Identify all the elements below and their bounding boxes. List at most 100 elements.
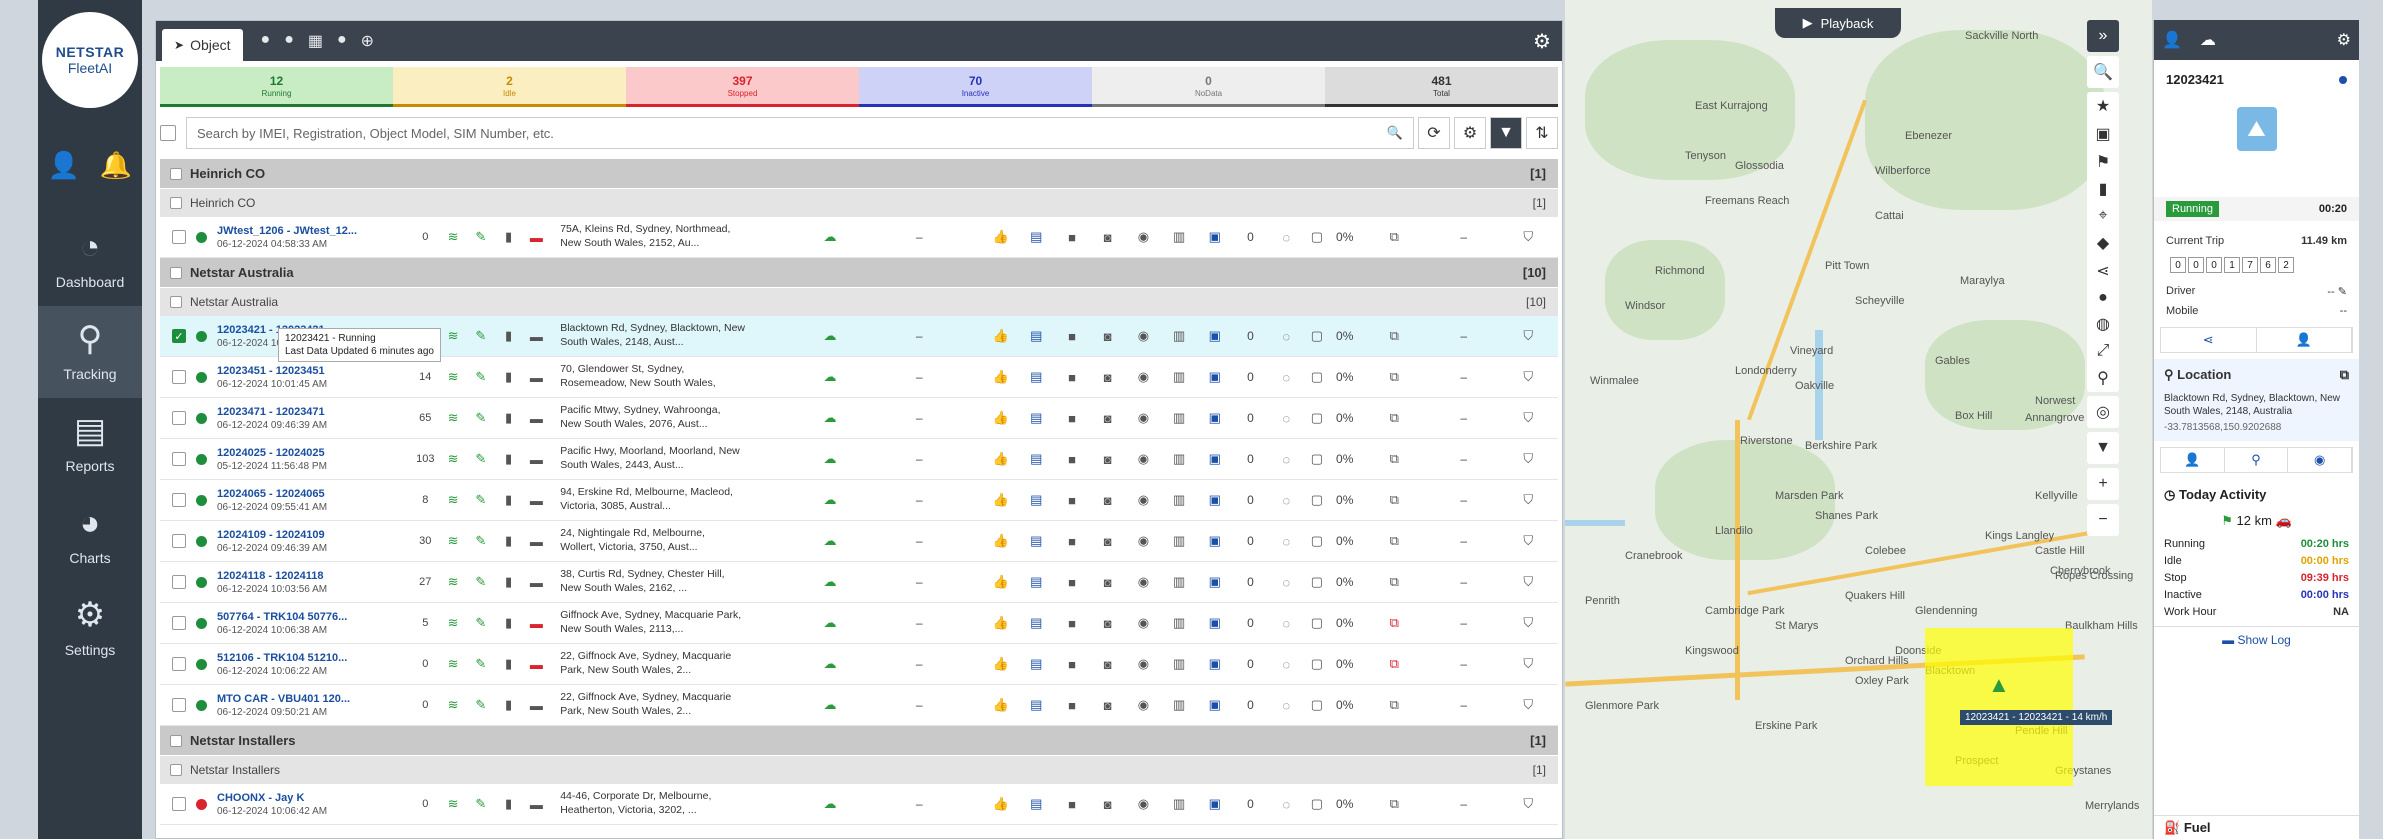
edit-driver-icon[interactable]: ✎ [2338, 286, 2347, 298]
search-icon[interactable]: 🔍 [1387, 125, 1403, 141]
video-icon[interactable]: ■ [1054, 370, 1090, 385]
share-icon[interactable]: ⋖ [2096, 261, 2109, 281]
thumbs-up-icon[interactable]: 👍 [983, 796, 1019, 812]
collapse-panel-icon[interactable]: » [2087, 20, 2119, 52]
video-icon[interactable]: ■ [1054, 493, 1090, 508]
vehicle-id[interactable]: 12023471 - 12023471 [217, 406, 411, 418]
thumbs-up-icon[interactable]: 👍 [983, 369, 1019, 385]
person-icon[interactable]: ● [261, 31, 271, 51]
table-row[interactable]: 12024109 - 12024109 06-12-2024 09:46:39 A… [160, 521, 1558, 562]
sensor-icon[interactable]: ◉ [1126, 492, 1162, 508]
row-checkbox[interactable] [172, 230, 186, 244]
vehicle-id[interactable]: 12024109 - 12024109 [217, 529, 411, 541]
fuel-section[interactable]: ⛽ Fuel [2154, 815, 2359, 839]
subgroup-checkbox[interactable] [170, 764, 182, 776]
basket-icon[interactable]: ⛉ [1498, 492, 1558, 508]
north-icon[interactable]: ▼ [2087, 432, 2119, 464]
vehicle-cell[interactable]: 12024065 - 12024065 06-12-2024 09:55:41 A… [217, 488, 411, 513]
fuel-gauge-icon[interactable]: ▤ [1018, 451, 1054, 467]
row-checkbox[interactable] [172, 493, 186, 507]
row-checkbox[interactable] [172, 657, 186, 671]
sensor-icon[interactable]: ◉ [1126, 697, 1162, 713]
tab-object[interactable]: ➤ Object [162, 29, 243, 61]
vehicle-cell[interactable]: 12024025 - 12024025 05-12-2024 11:56:48 P… [217, 447, 411, 472]
thumbs-up-icon[interactable]: 👍 [983, 656, 1019, 672]
vehicle-tab-icon[interactable]: 👤 [2162, 30, 2182, 50]
sensor-icon[interactable]: ◉ [1126, 328, 1162, 344]
subgroup-header[interactable]: Netstar Installers [1] [160, 755, 1558, 784]
table-row[interactable]: 12023471 - 12023471 06-12-2024 09:46:39 A… [160, 398, 1558, 439]
select-all-checkbox[interactable] [160, 125, 176, 141]
row-checkbox[interactable] [172, 534, 186, 548]
basket-icon[interactable]: ⛉ [1498, 369, 1558, 385]
vehicle-cell[interactable]: 12023451 - 12023451 06-12-2024 10:01:45 A… [217, 365, 411, 390]
report-icon[interactable]: ▣ [1197, 656, 1233, 672]
chart-icon[interactable]: ▥ [1161, 574, 1197, 590]
panel-settings-icon[interactable]: ⚙ [1528, 27, 1556, 55]
report-icon[interactable]: ▣ [1197, 533, 1233, 549]
thumbs-up-icon[interactable]: 👍 [983, 229, 1019, 245]
video-icon[interactable]: ■ [1054, 797, 1090, 812]
chart-icon[interactable]: ▥ [1161, 369, 1197, 385]
thumbs-up-icon[interactable]: 👍 [983, 410, 1019, 426]
tag-icon[interactable]: ◆ [2097, 233, 2109, 253]
measure-icon[interactable]: ⌖ [2098, 207, 2107, 225]
sensor-icon[interactable]: ◉ [1126, 574, 1162, 590]
camera-icon[interactable]: ◙ [1090, 575, 1126, 590]
table-row[interactable]: ✓ 12023421 - 12023421 06-12-2024 10:02:45 … [160, 316, 1558, 362]
table-row[interactable]: JWtest_1206 - JWtest_12... 06-12-2024 04:… [160, 217, 1558, 258]
sensor-icon[interactable]: ◉ [1126, 229, 1162, 245]
chart-icon[interactable]: ▥ [1161, 656, 1197, 672]
copy-icon[interactable]: ⧉ [2340, 367, 2349, 383]
table-row[interactable]: 12024118 - 12024118 06-12-2024 10:03:56 A… [160, 562, 1558, 603]
vehicle-cell[interactable]: 507764 - TRK104 50776... 06-12-2024 10:06… [217, 611, 411, 636]
fuel-gauge-icon[interactable]: ▤ [1018, 697, 1054, 713]
camera-icon[interactable]: ◙ [1090, 616, 1126, 631]
nav-item-settings[interactable]: ⚙ Settings [38, 582, 142, 674]
camera-icon[interactable]: ◙ [1090, 657, 1126, 672]
fuel-gauge-icon[interactable]: ▤ [1018, 492, 1054, 508]
report-icon[interactable]: ▣ [1197, 410, 1233, 426]
map-view[interactable]: Sackville North Ebenezer East Kurrajong Glo… [1565, 0, 2152, 839]
vehicle-id[interactable]: 512106 - TRK104 51210... [217, 652, 411, 664]
playback-button[interactable]: ▶ Playback [1775, 8, 1901, 38]
thumbs-up-icon[interactable]: 👍 [983, 574, 1019, 590]
thumbs-up-icon[interactable]: 👍 [983, 492, 1019, 508]
status-total[interactable]: 481 Total [1325, 67, 1558, 107]
directions-button[interactable]: ⚲ [2225, 448, 2289, 472]
info-settings-icon[interactable]: ⚙ [2337, 30, 2351, 50]
video-icon[interactable]: ■ [1054, 329, 1090, 344]
vehicle-id[interactable]: 12023451 - 12023451 [217, 365, 411, 377]
video-icon[interactable]: ■ [1054, 698, 1090, 713]
chart-icon[interactable]: ▥ [1161, 796, 1197, 812]
row-checkbox[interactable] [172, 452, 186, 466]
sensor-icon[interactable]: ◉ [1126, 410, 1162, 426]
table-row[interactable]: 12024065 - 12024065 06-12-2024 09:55:41 A… [160, 480, 1558, 521]
row-checkbox[interactable] [172, 370, 186, 384]
group-header[interactable]: Netstar Australia [10] [160, 258, 1558, 287]
bell-icon[interactable]: 🔔 [100, 150, 132, 181]
table-row[interactable]: 512106 - TRK104 51210... 06-12-2024 10:06… [160, 644, 1558, 685]
sensor-icon[interactable]: ◉ [1126, 451, 1162, 467]
subgroup-header[interactable]: Heinrich CO [1] [160, 188, 1558, 217]
report-icon[interactable]: ▣ [1197, 796, 1233, 812]
thumbs-up-icon[interactable]: 👍 [983, 533, 1019, 549]
fuel-gauge-icon[interactable]: ▤ [1018, 574, 1054, 590]
video-icon[interactable]: ■ [1054, 616, 1090, 631]
status-nodata[interactable]: 0 NoData [1092, 67, 1325, 107]
pin-icon[interactable]: ⚲ [2097, 368, 2109, 388]
chart-icon[interactable]: ▥ [1161, 697, 1197, 713]
report-icon[interactable]: ▣ [1197, 229, 1233, 245]
favorite-icon[interactable]: ★ [2096, 96, 2110, 116]
fuel-gauge-icon[interactable]: ▤ [1018, 229, 1054, 245]
zoom-out-button[interactable]: − [2087, 504, 2119, 536]
row-checkbox[interactable] [172, 411, 186, 425]
row-checkbox[interactable] [172, 575, 186, 589]
basket-icon[interactable]: ⛉ [1498, 615, 1558, 631]
vehicle-id[interactable]: 507764 - TRK104 50776... [217, 611, 411, 623]
video-icon[interactable]: ■ [1054, 534, 1090, 549]
show-log-link[interactable]: ▬ Show Log [2154, 626, 2359, 647]
video-icon[interactable]: ■ [1054, 230, 1090, 245]
subgroup-header[interactable]: Netstar Australia [10] [160, 287, 1558, 316]
video-icon[interactable]: ■ [1054, 452, 1090, 467]
